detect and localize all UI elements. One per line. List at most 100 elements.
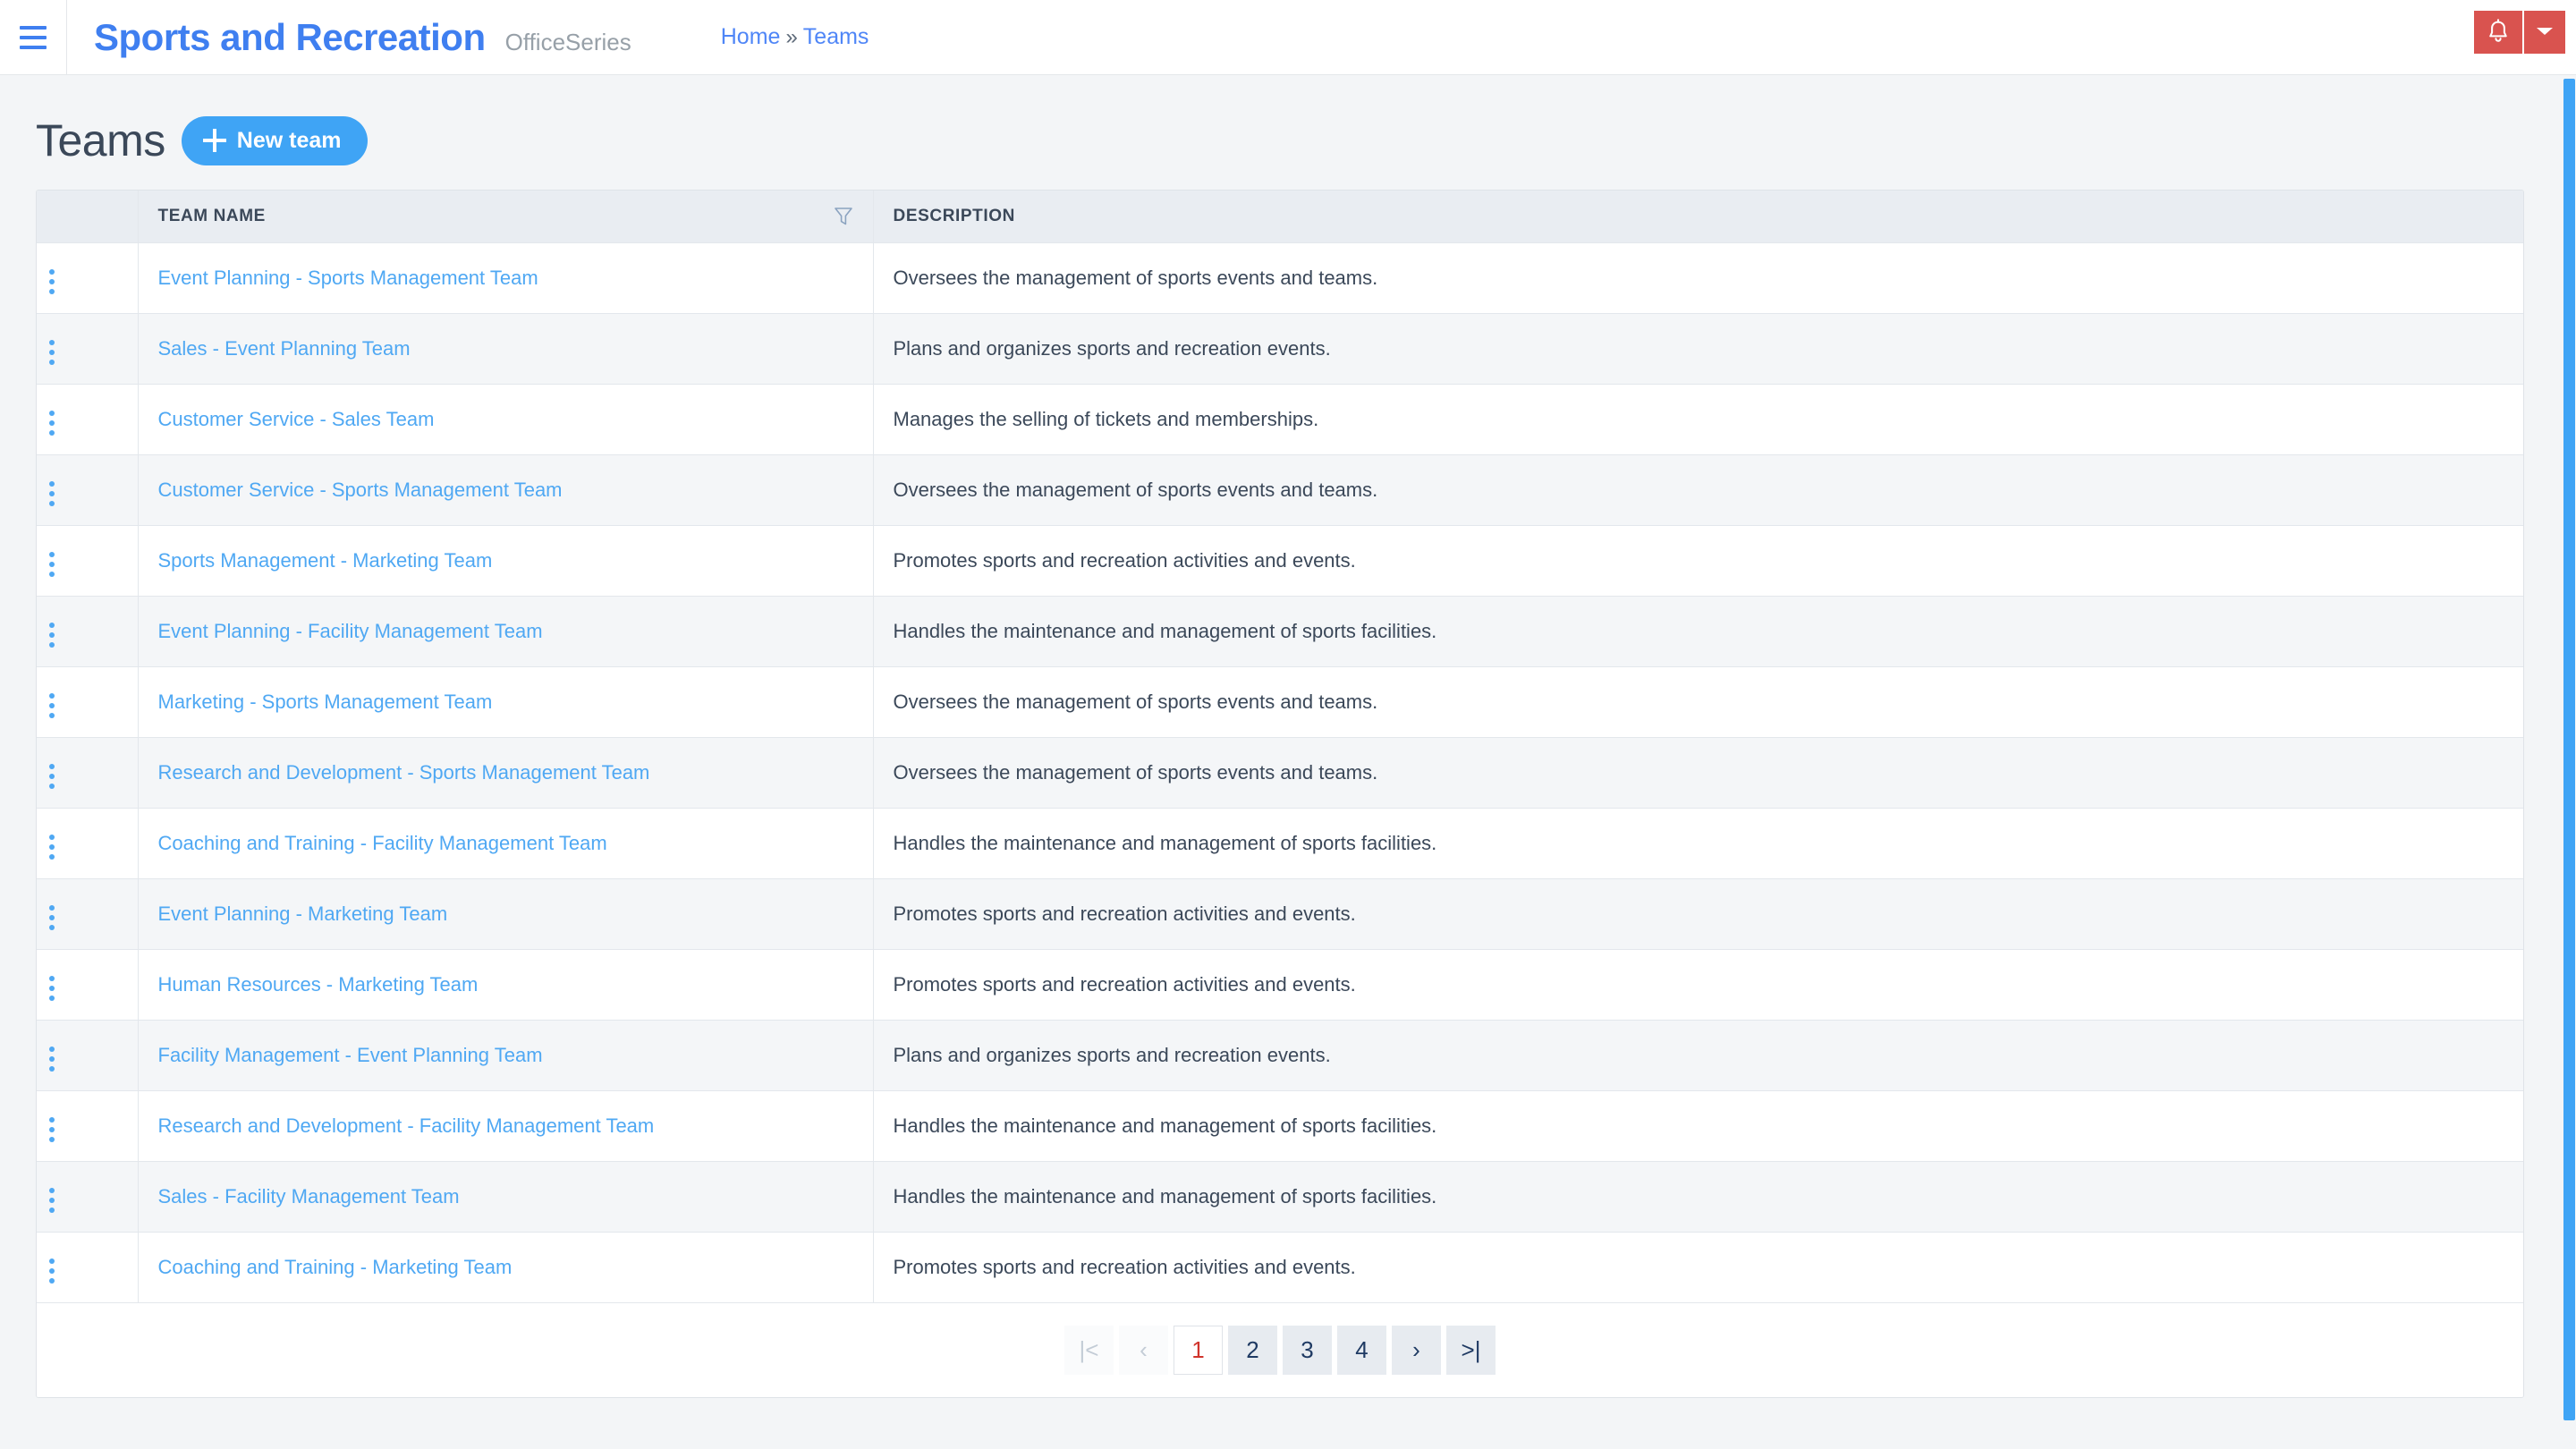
team-name-link[interactable]: Research and Development - Facility Mana…	[158, 1114, 655, 1137]
table-row: Event Planning - Sports Management Team O…	[37, 242, 2523, 314]
team-description-cell: Handles the maintenance and management o…	[873, 1161, 2523, 1233]
hamburger-icon[interactable]	[0, 0, 66, 75]
user-dropdown-button[interactable]	[2524, 11, 2565, 54]
kebab-menu-icon[interactable]	[37, 1182, 67, 1218]
team-name-cell: Sales - Event Planning Team	[138, 313, 874, 385]
pagination: |< ‹ 1 2 3 4 › >|	[1064, 1325, 1496, 1375]
kebab-dot	[49, 904, 55, 911]
row-menu-cell	[37, 808, 139, 879]
team-name-link[interactable]: Event Planning - Facility Management Tea…	[158, 620, 543, 642]
kebab-menu-icon[interactable]	[37, 829, 67, 865]
team-name-link[interactable]: Customer Service - Sports Management Tea…	[158, 479, 563, 501]
teams-table: TEAM NAME DESCRIPTION Event Planning - S…	[37, 191, 2523, 1303]
kebab-menu-icon[interactable]	[37, 1253, 67, 1289]
team-name-link[interactable]: Customer Service - Sales Team	[158, 408, 435, 430]
hamburger-line	[20, 45, 47, 49]
kebab-dot	[49, 419, 55, 426]
kebab-dot	[49, 622, 55, 628]
team-description-text: Oversees the management of sports events…	[893, 266, 1378, 289]
filter-funnel-icon[interactable]	[834, 206, 853, 227]
pagination-next-button[interactable]: ›	[1392, 1325, 1441, 1375]
kebab-dot	[49, 783, 55, 789]
team-description-cell: Handles the maintenance and management o…	[873, 596, 2523, 667]
row-menu-cell	[37, 242, 139, 314]
kebab-dot	[49, 268, 55, 275]
row-menu-cell	[37, 525, 139, 597]
team-name-link[interactable]: Human Resources - Marketing Team	[158, 973, 479, 996]
kebab-dot	[49, 1126, 55, 1132]
row-menu-cell	[37, 1020, 139, 1091]
kebab-menu-icon[interactable]	[37, 405, 67, 441]
team-description-text: Handles the maintenance and management o…	[893, 831, 1437, 854]
team-name-cell: Research and Development - Sports Manage…	[138, 737, 874, 809]
team-description-cell: Promotes sports and recreation activitie…	[873, 525, 2523, 597]
pagination-page-3[interactable]: 3	[1283, 1325, 1332, 1375]
brand-subtitle: OfficeSeries	[504, 28, 631, 55]
kebab-menu-icon[interactable]	[37, 476, 67, 512]
new-team-button[interactable]: New team	[181, 115, 369, 165]
row-menu-cell	[37, 1161, 139, 1233]
team-name-cell: Event Planning - Facility Management Tea…	[138, 596, 874, 667]
team-name-link[interactable]: Sales - Event Planning Team	[158, 337, 411, 360]
kebab-menu-icon[interactable]	[37, 617, 67, 653]
team-description-text: Oversees the management of sports events…	[893, 760, 1378, 784]
kebab-dot	[49, 410, 55, 416]
team-name-link[interactable]: Marketing - Sports Management Team	[158, 691, 493, 713]
pagination-page-1[interactable]: 1	[1174, 1325, 1223, 1375]
kebab-menu-icon[interactable]	[37, 758, 67, 794]
table-body: Event Planning - Sports Management Team O…	[37, 242, 2523, 1303]
row-menu-cell	[37, 1232, 139, 1303]
kebab-dot	[49, 278, 55, 284]
kebab-menu-icon[interactable]	[37, 1112, 67, 1148]
kebab-dot	[49, 1197, 55, 1203]
kebab-menu-icon[interactable]	[37, 1041, 67, 1077]
kebab-menu-icon[interactable]	[37, 547, 67, 582]
kebab-menu-icon[interactable]	[37, 900, 67, 936]
kebab-menu-icon[interactable]	[37, 264, 67, 300]
team-name-link[interactable]: Event Planning - Sports Management Team	[158, 267, 538, 289]
team-description-cell: Handles the maintenance and management o…	[873, 808, 2523, 879]
pagination-first-button: |<	[1064, 1325, 1114, 1375]
hamburger-line	[20, 35, 47, 39]
kebab-dot	[49, 339, 55, 345]
notification-button[interactable]	[2474, 11, 2522, 54]
team-name-link[interactable]: Event Planning - Marketing Team	[158, 902, 448, 925]
kebab-menu-icon[interactable]	[37, 335, 67, 370]
team-description-text: Oversees the management of sports events…	[893, 690, 1378, 713]
new-team-button-label: New team	[236, 127, 342, 153]
row-menu-cell	[37, 313, 139, 385]
kebab-menu-icon[interactable]	[37, 688, 67, 724]
team-description-text: Promotes sports and recreation activitie…	[893, 548, 1356, 572]
kebab-dot	[49, 702, 55, 708]
team-description-cell: Plans and organizes sports and recreatio…	[873, 1020, 2523, 1091]
team-name-cell: Research and Development - Facility Mana…	[138, 1090, 874, 1162]
breadcrumb-home[interactable]: Home	[721, 24, 781, 50]
page-scrollbar[interactable]	[2562, 75, 2576, 1449]
team-name-cell: Event Planning - Marketing Team	[138, 878, 874, 950]
row-menu-cell	[37, 878, 139, 950]
team-description-text: Promotes sports and recreation activitie…	[893, 1255, 1356, 1278]
team-name-link[interactable]: Sports Management - Marketing Team	[158, 549, 493, 572]
kebab-menu-icon[interactable]	[37, 970, 67, 1006]
column-header-description[interactable]: DESCRIPTION	[873, 191, 2523, 243]
team-name-link[interactable]: Research and Development - Sports Manage…	[158, 761, 650, 784]
kebab-dot	[49, 561, 55, 567]
team-description-text: Promotes sports and recreation activitie…	[893, 902, 1356, 925]
pagination-page-2[interactable]: 2	[1228, 1325, 1277, 1375]
pagination-page-4[interactable]: 4	[1337, 1325, 1386, 1375]
team-name-link[interactable]: Facility Management - Event Planning Tea…	[158, 1044, 543, 1066]
kebab-dot	[49, 1187, 55, 1193]
team-name-link[interactable]: Coaching and Training - Facility Managem…	[158, 832, 607, 854]
team-name-cell: Human Resources - Marketing Team	[138, 949, 874, 1021]
column-header-team-name[interactable]: TEAM NAME	[138, 191, 874, 243]
teams-table-card: TEAM NAME DESCRIPTION Event Planning - S…	[36, 190, 2524, 1398]
team-name-cell: Marketing - Sports Management Team	[138, 666, 874, 738]
pagination-last-button[interactable]: >|	[1446, 1325, 1496, 1375]
page-scrollbar-thumb[interactable]	[2563, 79, 2575, 1420]
table-row: Event Planning - Marketing Team Promotes …	[37, 878, 2523, 950]
kebab-dot	[49, 1258, 55, 1264]
team-name-link[interactable]: Coaching and Training - Marketing Team	[158, 1256, 513, 1278]
team-name-link[interactable]: Sales - Facility Management Team	[158, 1185, 460, 1208]
breadcrumb-teams[interactable]: Teams	[803, 24, 869, 50]
team-name-cell: Sales - Facility Management Team	[138, 1161, 874, 1233]
